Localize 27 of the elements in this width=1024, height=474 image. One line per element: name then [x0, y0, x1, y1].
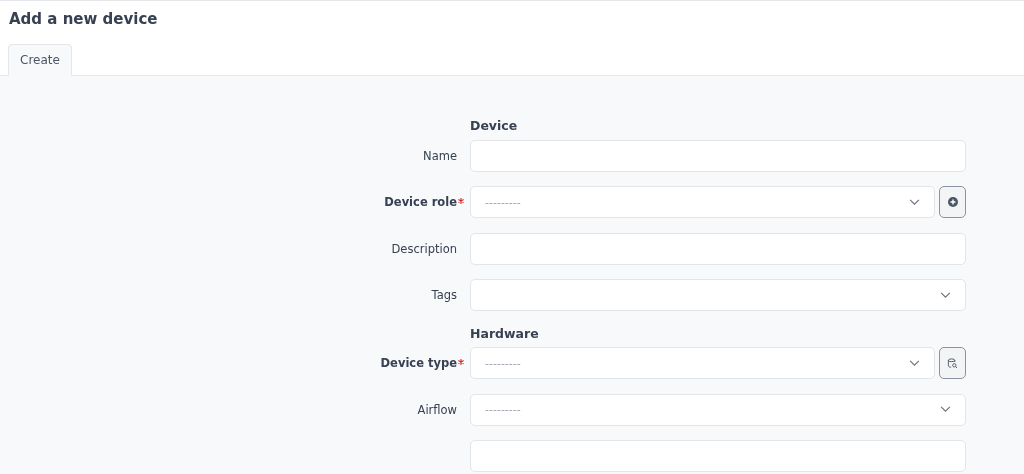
- input-field[interactable]: [470, 232, 966, 265]
- tab[interactable]: Create: [8, 44, 72, 76]
- select-field[interactable]: [470, 279, 966, 311]
- database-search-icon: [947, 357, 958, 369]
- section-heading: Device: [470, 118, 518, 133]
- add-button[interactable]: [939, 186, 966, 218]
- chevron-down-icon: [909, 359, 920, 367]
- field-label: Device role: [384, 195, 457, 209]
- plus-circle-icon: [947, 197, 958, 207]
- search-button[interactable]: [939, 347, 966, 379]
- chevron-down-icon: [940, 406, 951, 413]
- section-heading: Hardware: [470, 325, 539, 341]
- input-field[interactable]: [470, 440, 966, 472]
- select-field[interactable]: ---------: [470, 347, 935, 379]
- asterisk-icon: [458, 198, 464, 204]
- chevron-down-icon: [909, 198, 920, 206]
- input-field[interactable]: [470, 139, 966, 172]
- select-field[interactable]: ---------: [470, 393, 966, 426]
- page-title: Add a new device: [9, 10, 159, 28]
- asterisk-icon: [458, 359, 464, 365]
- field-label: Device type: [380, 356, 457, 370]
- field-label: Airflow: [417, 402, 457, 417]
- select-field[interactable]: ---------: [470, 186, 935, 218]
- field-label: Description: [391, 241, 457, 256]
- field-label: Name: [423, 148, 457, 163]
- field-label: Tags: [431, 288, 457, 302]
- chevron-down-icon: [940, 291, 951, 299]
